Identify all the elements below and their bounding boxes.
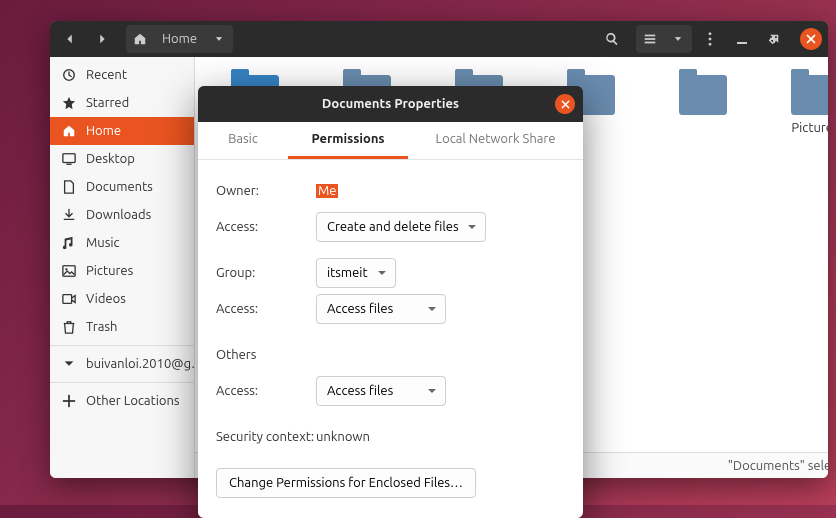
status-text: "Documents" selected (containing 0 items… xyxy=(728,459,828,473)
sidebar-item-starred[interactable]: Starred xyxy=(50,89,194,117)
tab-permissions[interactable]: Permissions xyxy=(288,122,408,159)
menu-button[interactable] xyxy=(696,25,724,53)
sidebar-label: Downloads xyxy=(86,208,151,222)
sidebar-label: buivanloi.2010@g… xyxy=(86,357,204,371)
sidebar-item-home[interactable]: Home xyxy=(50,117,194,145)
others-access-label: Access: xyxy=(216,384,316,398)
folder-label: Pictures xyxy=(791,121,828,135)
view-dropdown-icon[interactable] xyxy=(664,25,692,53)
folder-item-pictures[interactable]: Pictures xyxy=(779,75,828,135)
dialog-tabs: Basic Permissions Local Network Share xyxy=(198,122,583,160)
dropdown-value: Access files xyxy=(327,302,393,316)
sidebar-label: Starred xyxy=(86,96,129,110)
others-access-dropdown[interactable]: Access files xyxy=(316,376,446,406)
owner-label: Owner: xyxy=(216,184,316,198)
sidebar-label: Videos xyxy=(86,292,126,306)
sidebar-label: Documents xyxy=(86,180,153,194)
owner-value: Me xyxy=(316,184,338,198)
owner-access-label: Access: xyxy=(216,220,316,234)
dialog-title: Documents Properties xyxy=(322,97,459,111)
sidebar-label: Home xyxy=(86,124,121,138)
sidebar-label: Other Locations xyxy=(86,394,180,408)
maximize-button[interactable] xyxy=(760,25,788,53)
change-enclosed-permissions-button[interactable]: Change Permissions for Enclosed Files… xyxy=(216,468,476,498)
sidebar-item-desktop[interactable]: Desktop xyxy=(50,145,194,173)
group-label: Group: xyxy=(216,266,316,280)
dropdown-value: itsmeit xyxy=(327,266,368,280)
titlebar: Home xyxy=(50,21,828,57)
owner-access-dropdown[interactable]: Create and delete files xyxy=(316,212,486,242)
folder-icon xyxy=(679,75,727,115)
folder-item[interactable] xyxy=(667,75,739,135)
permissions-form: Owner: Me Access: Create and delete file… xyxy=(198,160,583,518)
path-segment-home[interactable]: Home xyxy=(154,25,205,53)
minimize-button[interactable] xyxy=(728,25,756,53)
security-context-label: Security context: xyxy=(216,430,316,444)
sidebar-label: Music xyxy=(86,236,120,250)
tab-basic[interactable]: Basic xyxy=(198,122,288,159)
others-label: Others xyxy=(216,348,316,362)
dropdown-value: Access files xyxy=(327,384,393,398)
sidebar-item-documents[interactable]: Documents xyxy=(50,173,194,201)
sidebar-item-downloads[interactable]: Downloads xyxy=(50,201,194,229)
group-access-dropdown[interactable]: Access files xyxy=(316,294,446,324)
folder-icon xyxy=(791,75,828,115)
properties-dialog: Documents Properties Basic Permissions L… xyxy=(198,86,583,518)
back-button[interactable] xyxy=(56,25,84,53)
dialog-close-button[interactable] xyxy=(555,94,575,114)
dropdown-value: Create and delete files xyxy=(327,220,459,234)
sidebar: Recent Starred Home Desktop Documents Do… xyxy=(50,57,195,478)
path-dropdown-icon[interactable] xyxy=(205,25,233,53)
tab-local-network-share[interactable]: Local Network Share xyxy=(408,122,583,159)
path-bar[interactable]: Home xyxy=(126,25,233,53)
home-icon[interactable] xyxy=(126,25,154,53)
sidebar-label: Recent xyxy=(86,68,127,82)
sidebar-item-account[interactable]: buivanloi.2010@g… xyxy=(50,350,194,378)
search-button[interactable] xyxy=(598,25,626,53)
group-access-label: Access: xyxy=(216,302,316,316)
dialog-titlebar: Documents Properties xyxy=(198,86,583,122)
view-toggle[interactable] xyxy=(636,25,692,53)
group-dropdown[interactable]: itsmeit xyxy=(316,258,396,288)
sidebar-label: Pictures xyxy=(86,264,133,278)
window-close-button[interactable] xyxy=(800,28,822,50)
sidebar-item-recent[interactable]: Recent xyxy=(50,61,194,89)
sidebar-item-music[interactable]: Music xyxy=(50,229,194,257)
list-view-icon[interactable] xyxy=(636,25,664,53)
forward-button[interactable] xyxy=(88,25,116,53)
sidebar-label: Desktop xyxy=(86,152,135,166)
sidebar-label: Trash xyxy=(86,320,117,334)
sidebar-item-videos[interactable]: Videos xyxy=(50,285,194,313)
sidebar-item-other-locations[interactable]: Other Locations xyxy=(50,387,194,415)
sidebar-item-trash[interactable]: Trash xyxy=(50,313,194,341)
security-context-value: unknown xyxy=(316,430,370,444)
sidebar-item-pictures[interactable]: Pictures xyxy=(50,257,194,285)
